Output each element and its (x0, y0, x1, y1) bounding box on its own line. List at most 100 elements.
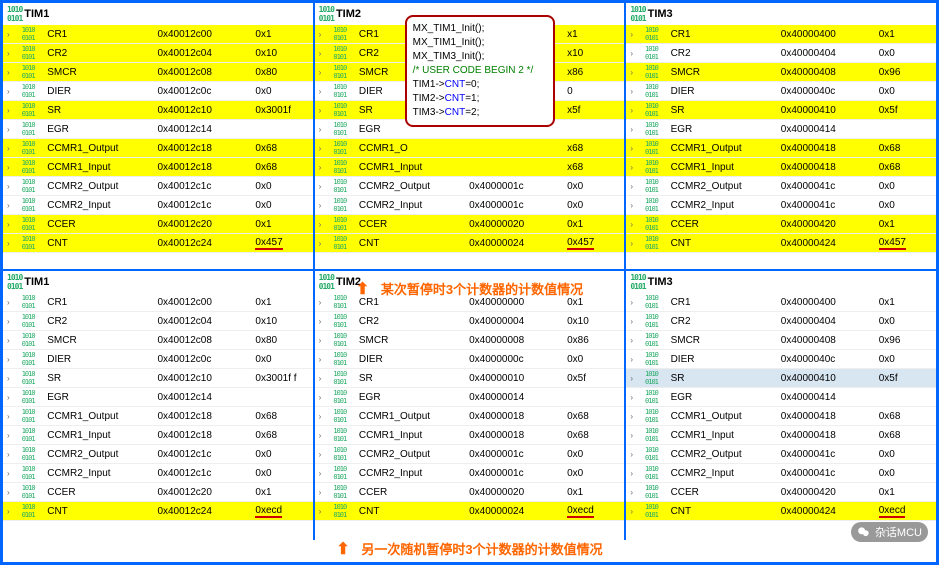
register-row[interactable]: ›10100101CCER0x40012c200x1 (3, 215, 313, 234)
expand-icon[interactable]: › (315, 445, 330, 464)
register-row[interactable]: ›10100101CCMR2_Input0x40012c1c0x0 (3, 464, 313, 483)
register-row[interactable]: ›10100101CNT0x40012c240x457 (3, 234, 313, 253)
register-row[interactable]: ›10100101SMCR0x40012c080x80 (3, 63, 313, 82)
register-row[interactable]: ›10100101CCMR2_Input0x4000041c0x0 (626, 464, 936, 483)
register-row[interactable]: ›10100101CNT0x400004240xecd (626, 502, 936, 521)
expand-icon[interactable]: › (626, 331, 641, 350)
expand-icon[interactable]: › (3, 369, 18, 388)
register-row[interactable]: ›10100101CNT0x400000240x457 (315, 234, 625, 253)
register-row[interactable]: ›10100101EGR0x40000414 (626, 120, 936, 139)
expand-icon[interactable]: › (3, 350, 18, 369)
register-row[interactable]: ›10100101CNT0x400004240x457 (626, 234, 936, 253)
register-row[interactable]: ›10100101EGR0x40000414 (626, 388, 936, 407)
expand-icon[interactable]: › (626, 445, 641, 464)
register-row[interactable]: ›10100101CCER0x400004200x1 (626, 483, 936, 502)
register-row[interactable]: ›10100101CCMR2_Input0x40012c1c0x0 (3, 196, 313, 215)
register-row[interactable]: ›10100101CR20x400004040x0 (626, 44, 936, 63)
expand-icon[interactable]: › (315, 483, 330, 502)
expand-icon[interactable]: › (3, 215, 18, 234)
register-row[interactable]: ›10100101SR0x40012c100x3001f f (3, 369, 313, 388)
expand-icon[interactable]: › (3, 82, 18, 101)
expand-icon[interactable]: › (626, 502, 641, 521)
register-row[interactable]: ›10100101CCMR1_Ox68 (315, 139, 625, 158)
expand-icon[interactable]: › (315, 407, 330, 426)
expand-icon[interactable]: › (315, 44, 330, 63)
register-row[interactable]: ›10100101CCMR1_Input0x40012c180x68 (3, 426, 313, 445)
register-row[interactable]: ›10100101SR0x400004100x5f (626, 101, 936, 120)
register-row[interactable]: ›10100101SMCR0x400004080x96 (626, 331, 936, 350)
expand-icon[interactable]: › (315, 158, 330, 177)
expand-icon[interactable]: › (3, 502, 18, 521)
register-row[interactable]: ›10100101CCER0x400004200x1 (626, 215, 936, 234)
register-row[interactable]: ›10100101DIER0x4000000c0x0 (315, 350, 625, 369)
register-row[interactable]: ›10100101SR0x40012c100x3001f (3, 101, 313, 120)
register-row[interactable]: ›10100101CCMR2_Output0x40012c1c0x0 (3, 177, 313, 196)
expand-icon[interactable]: › (3, 331, 18, 350)
register-row[interactable]: ›10100101CCMR1_Input0x400004180x68 (626, 426, 936, 445)
register-row[interactable]: ›10100101CR20x400000040x10 (315, 312, 625, 331)
register-row[interactable]: ›10100101DIER0x4000040c0x0 (626, 350, 936, 369)
expand-icon[interactable]: › (315, 25, 330, 44)
expand-icon[interactable]: › (3, 44, 18, 63)
register-row[interactable]: ›10100101CNT0x400000240xecd (315, 502, 625, 521)
expand-icon[interactable]: › (626, 234, 641, 253)
expand-icon[interactable]: › (315, 350, 330, 369)
expand-icon[interactable]: › (315, 63, 330, 82)
panel-header[interactable]: 10100101TIM3 (626, 3, 936, 25)
register-row[interactable]: ›10100101CCMR2_Output0x4000041c0x0 (626, 177, 936, 196)
expand-icon[interactable]: › (3, 177, 18, 196)
expand-icon[interactable]: › (3, 139, 18, 158)
expand-icon[interactable]: › (3, 388, 18, 407)
expand-icon[interactable]: › (3, 196, 18, 215)
expand-icon[interactable]: › (626, 369, 641, 388)
register-row[interactable]: ›10100101CCMR1_Output0x400004180x68 (626, 139, 936, 158)
expand-icon[interactable]: › (626, 464, 641, 483)
register-row[interactable]: ›10100101CR10x40012c000x1 (3, 25, 313, 44)
expand-icon[interactable]: › (626, 82, 641, 101)
register-row[interactable]: ›10100101CR1x1 (315, 25, 625, 44)
expand-icon[interactable]: › (626, 196, 641, 215)
register-row[interactable]: ›10100101CCMR1_Input0x400000180x68 (315, 426, 625, 445)
expand-icon[interactable]: › (626, 215, 641, 234)
expand-icon[interactable]: › (3, 63, 18, 82)
register-row[interactable]: ›10100101CR20x40012c040x10 (3, 44, 313, 63)
expand-icon[interactable]: › (626, 63, 641, 82)
expand-icon[interactable]: › (3, 483, 18, 502)
expand-icon[interactable]: › (3, 158, 18, 177)
register-row[interactable]: ›10100101SRx5f (315, 101, 625, 120)
expand-icon[interactable]: › (315, 234, 330, 253)
register-row[interactable]: ›10100101DIER0 (315, 82, 625, 101)
expand-icon[interactable]: › (626, 426, 641, 445)
register-row[interactable]: ›10100101SR0x400004100x5f (626, 369, 936, 388)
register-row[interactable]: ›10100101DIER0x40012c0c0x0 (3, 350, 313, 369)
register-row[interactable]: ›10100101CR20x400004040x0 (626, 312, 936, 331)
expand-icon[interactable]: › (315, 82, 330, 101)
register-row[interactable]: ›10100101SMCR0x400000080x86 (315, 331, 625, 350)
register-row[interactable]: ›10100101DIER0x4000040c0x0 (626, 82, 936, 101)
expand-icon[interactable]: › (315, 196, 330, 215)
register-row[interactable]: ›10100101SR0x400000100x5f (315, 369, 625, 388)
register-row[interactable]: ›10100101CCER0x400000200x1 (315, 215, 625, 234)
register-row[interactable]: ›10100101CCMR2_Input0x4000001c0x0 (315, 196, 625, 215)
register-row[interactable]: ›10100101CCMR1_Output0x400004180x68 (626, 407, 936, 426)
register-row[interactable]: ›10100101CR2x10 (315, 44, 625, 63)
register-row[interactable]: ›10100101CCMR1_Output0x400000180x68 (315, 407, 625, 426)
register-row[interactable]: ›10100101CCMR1_Input0x400004180x68 (626, 158, 936, 177)
expand-icon[interactable]: › (315, 312, 330, 331)
expand-icon[interactable]: › (3, 464, 18, 483)
expand-icon[interactable]: › (315, 139, 330, 158)
expand-icon[interactable]: › (315, 215, 330, 234)
register-row[interactable]: ›10100101EGR (315, 120, 625, 139)
expand-icon[interactable]: › (3, 426, 18, 445)
register-row[interactable]: ›10100101EGR0x40000014 (315, 388, 625, 407)
register-row[interactable]: ›10100101CCMR1_Output0x40012c180x68 (3, 407, 313, 426)
expand-icon[interactable]: › (626, 388, 641, 407)
register-row[interactable]: ›10100101CCMR2_Output0x40012c1c0x0 (3, 445, 313, 464)
expand-icon[interactable]: › (315, 369, 330, 388)
expand-icon[interactable]: › (626, 483, 641, 502)
register-row[interactable]: ›10100101CCMR2_Input0x4000001c0x0 (315, 464, 625, 483)
register-row[interactable]: ›10100101SMCR0x400004080x96 (626, 63, 936, 82)
panel-header[interactable]: 10100101TIM1 (3, 3, 313, 25)
register-row[interactable]: ›10100101CR10x400004000x1 (626, 25, 936, 44)
expand-icon[interactable]: › (3, 234, 18, 253)
